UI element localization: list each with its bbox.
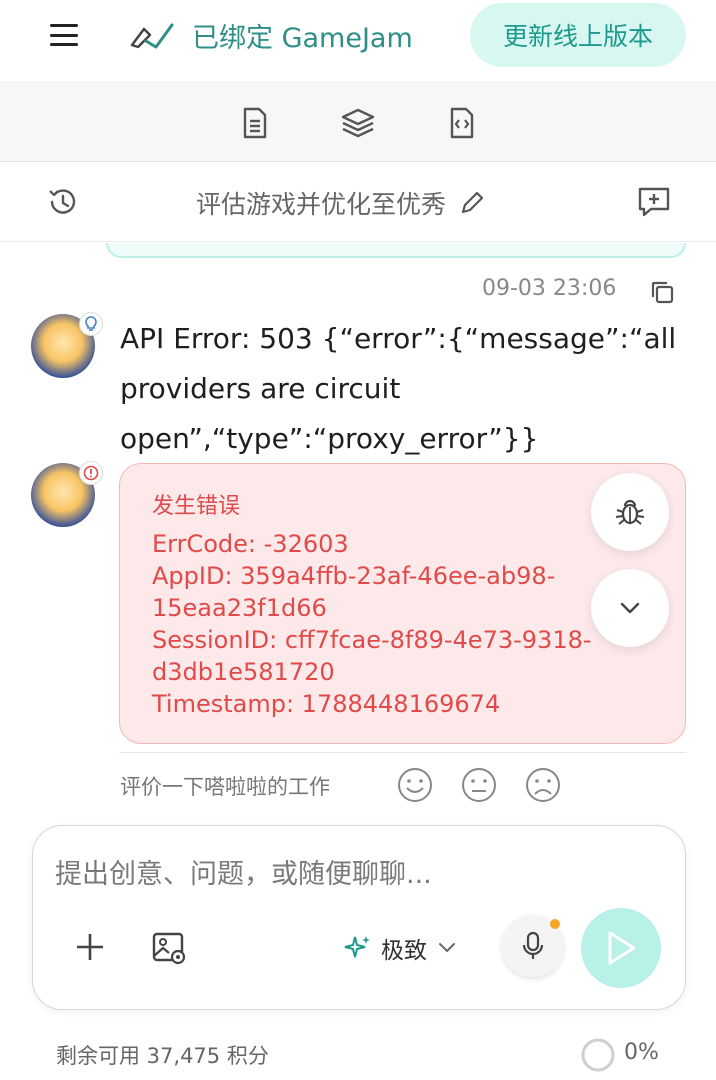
remaining-credits: 剩余可用 37,475 积分 [56,1044,269,1068]
send-play-icon [608,931,636,965]
session-title-group[interactable]: 评估游戏并优化至优秀 [196,185,486,221]
chevron-down-icon [439,943,455,953]
error-title: 发生错误 [152,494,241,519]
send-button[interactable] [581,908,661,988]
image-settings-icon[interactable] [151,930,187,966]
error-timestamp: Timestamp: 1788448169674 [152,690,501,718]
report-bug-button[interactable] [591,473,669,551]
rating-label: 评价一下嗒啦啦的工作 [120,775,330,799]
error-code: ErrCode: -32603 [152,530,349,558]
error-session-id-cont: d3db1e581720 [152,658,335,686]
bind-status: 已绑定 GameJam [126,14,413,56]
copy-icon[interactable] [648,278,676,306]
divider [119,752,686,753]
message-composer: 极致 [32,825,686,1010]
usage-progress-text: 0% [624,1040,659,1065]
sparkle-icon [344,936,370,958]
previous-message-bubble [106,243,686,258]
update-online-version-button[interactable]: 更新线上版本 [470,3,686,67]
session-bar: 评估游戏并优化至优秀 [0,163,716,242]
sad-face-icon[interactable] [524,766,562,804]
avatar [31,312,103,378]
smile-face-icon[interactable] [396,766,434,804]
message-timestamp: 09-03 23:06 [482,276,617,301]
document-icon[interactable] [237,105,273,141]
file-toolbar [0,84,716,162]
usage-progress-ring [581,1038,615,1072]
new-chat-icon[interactable] [635,184,673,220]
history-icon[interactable] [46,185,80,219]
message-input[interactable] [55,850,665,898]
api-error-message: API Error: 503 {“error”:{“message”:“all … [120,322,677,455]
error-session-id: SessionID: cff7fcae-8f89-4e73-9318- [152,626,592,654]
expand-error-button[interactable] [591,569,669,647]
mode-label: 极致 [381,938,427,964]
bug-icon [615,499,645,525]
mic-status-dot [550,919,560,929]
lightbulb-icon [79,312,103,336]
top-header: 已绑定 GameJam 更新线上版本 [0,0,716,83]
microphone-button[interactable] [502,915,564,977]
microphone-icon [522,931,544,959]
code-file-icon[interactable] [444,105,480,141]
error-details: ErrCode: -32603 AppID: 359a4ffb-23af-46e… [152,528,592,720]
session-title: 评估游戏并优化至优秀 [196,190,447,219]
error-card: 发生错误 ErrCode: -32603 AppID: 359a4ffb-23a… [119,463,686,744]
layers-icon[interactable] [340,105,376,141]
alert-icon [79,461,103,485]
plus-icon[interactable] [73,930,107,964]
error-app-id-cont: 15eaa23f1d66 [152,594,327,622]
mode-select[interactable]: 极致 [343,929,457,967]
error-app-id: AppID: 359a4ffb-23af-46ee-ab98- [152,562,556,590]
avatar [31,461,103,527]
hamburger-menu-icon[interactable] [48,20,80,50]
pencil-icon[interactable] [458,189,486,217]
link-check-icon [130,23,174,49]
neutral-face-icon[interactable] [460,766,498,804]
bind-status-text: 已绑定 GameJam [192,22,413,54]
chevron-down-icon [620,602,640,614]
